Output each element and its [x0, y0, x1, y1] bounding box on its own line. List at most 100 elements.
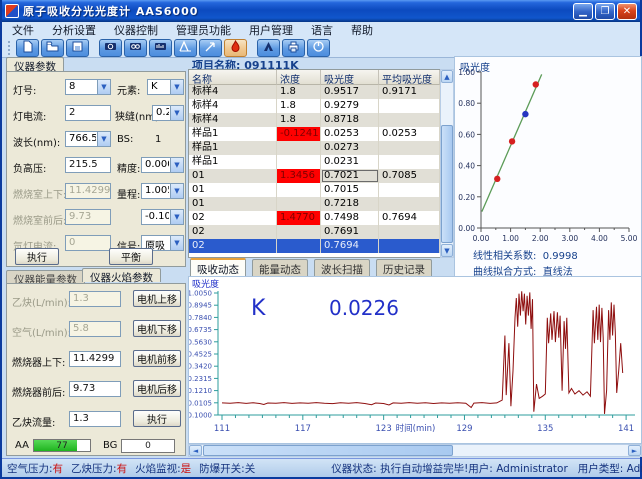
new-file-button[interactable] [16, 39, 39, 57]
cell-conc[interactable]: 1.8 [277, 85, 321, 99]
cell-abs[interactable]: 0.7218 [321, 197, 379, 211]
table-row[interactable]: 标样41.80.8718 [189, 113, 440, 127]
table-row[interactable]: 02 0.7694 [189, 239, 440, 253]
tab-energy-dynamic[interactable]: 能量动态 [252, 259, 308, 276]
element-lamp-button[interactable] [124, 39, 147, 57]
cell-conc[interactable]: 1.8 [277, 99, 321, 113]
minimize-button[interactable]: ▁ [573, 3, 593, 20]
cell-abs[interactable]: 0.9517 [321, 85, 379, 99]
column-header[interactable]: 名称 [189, 70, 277, 85]
power-button[interactable] [307, 39, 330, 57]
energy-button[interactable] [149, 39, 172, 57]
cell-avg[interactable] [379, 99, 440, 113]
cell-name[interactable]: 02 [189, 239, 277, 253]
cell-avg[interactable]: 0.0253 [379, 127, 440, 141]
tab-history[interactable]: 历史记录 [376, 259, 432, 276]
maximize-button[interactable]: ❐ [595, 3, 615, 20]
scroll-down-icon[interactable]: ▼ [441, 244, 453, 257]
tab-absorb-dynamic[interactable]: 吸收动态 [190, 258, 246, 276]
cell-abs[interactable]: 0.0231 [321, 155, 379, 169]
menu-item-instrument-control[interactable]: 仪器控制 [114, 22, 158, 38]
table-row[interactable]: 02 0.7691 [189, 225, 440, 239]
menu-item-analysis-settings[interactable]: 分析设置 [52, 22, 96, 38]
menu-item-admin-functions[interactable]: 管理员功能 [176, 22, 231, 38]
burner-frontback-input[interactable]: 9.73 [69, 381, 121, 397]
cell-avg[interactable]: 0.9171 [379, 85, 440, 99]
tab-flame-params[interactable]: 仪器火焰参数 [82, 268, 161, 282]
precision-select[interactable]: 0.0000▼ [141, 157, 184, 173]
cell-name[interactable]: 01 [189, 169, 277, 183]
cell-abs[interactable]: 0.7691 [321, 225, 379, 239]
chevron-down-icon[interactable]: ▼ [97, 132, 110, 146]
cell-avg[interactable]: 0.7085 [379, 169, 440, 183]
table-row[interactable]: 样品1 0.0231 [189, 155, 440, 169]
cell-avg[interactable] [379, 225, 440, 239]
cell-name[interactable]: 样品1 [189, 127, 277, 141]
scroll-right-icon[interactable]: ► [628, 445, 641, 456]
c2h2-flow-input[interactable]: 1.3 [69, 411, 121, 427]
cell-name[interactable]: 01 [189, 197, 277, 211]
cell-abs[interactable]: 0.7015 [321, 183, 379, 197]
balance-button[interactable]: 平衡 [109, 248, 153, 265]
menu-item-language[interactable]: 语言 [311, 22, 333, 38]
cell-abs[interactable]: 0.0253 [321, 127, 379, 141]
cell-name[interactable]: 02 [189, 225, 277, 239]
cell-abs[interactable]: 0.7021 [321, 169, 379, 183]
burner-updown-input[interactable]: 11.4299 [69, 351, 121, 367]
table-row[interactable]: 标样41.80.9279 [189, 99, 440, 113]
motor-down-button[interactable]: 电机下移 [133, 320, 181, 337]
tab-energy-params[interactable]: 仪器能量参数 [6, 270, 85, 283]
cell-avg[interactable] [379, 113, 440, 127]
cell-conc[interactable] [277, 183, 321, 197]
execute-button[interactable]: 执行 [15, 248, 59, 265]
cell-conc[interactable] [277, 225, 321, 239]
cell-name[interactable]: 样品1 [189, 141, 277, 155]
cell-name[interactable]: 标样4 [189, 99, 277, 113]
save-button[interactable] [66, 39, 89, 57]
cell-conc[interactable]: 1.4770 [277, 211, 321, 225]
tab-wavelength-scan[interactable]: 波长扫描 [314, 259, 370, 276]
cell-avg[interactable]: 0.7694 [379, 211, 440, 225]
scrollbar-thumb[interactable] [441, 125, 453, 243]
lamp-current-input[interactable]: 2 [65, 105, 111, 121]
column-header[interactable]: 吸光度 [321, 70, 379, 85]
cell-abs[interactable]: 0.7694 [321, 239, 379, 253]
table-row[interactable]: 样品1 0.0273 [189, 141, 440, 155]
flame-execute-button[interactable]: 执行 [133, 410, 181, 427]
cell-conc[interactable] [277, 141, 321, 155]
table-row[interactable]: 01 0.7218 [189, 197, 440, 211]
motor-up-button[interactable]: 电机上移 [133, 290, 181, 307]
burner-position-button[interactable] [199, 39, 222, 57]
cell-conc[interactable]: 1.3456 [277, 169, 321, 183]
chevron-down-icon[interactable]: ▼ [170, 158, 183, 172]
element-select[interactable]: K▼ [147, 79, 184, 95]
menu-item-file[interactable]: 文件 [12, 22, 34, 38]
scroll-left-icon[interactable]: ◄ [189, 445, 202, 456]
table-row[interactable]: 021.47700.74980.7694 [189, 211, 440, 225]
cell-avg[interactable] [379, 183, 440, 197]
menu-item-help[interactable]: 帮助 [351, 22, 373, 38]
chevron-down-icon[interactable]: ▼ [97, 80, 110, 94]
chevron-down-icon[interactable]: ▼ [170, 184, 183, 198]
cell-name[interactable]: 01 [189, 183, 277, 197]
autosampler-button[interactable] [257, 39, 280, 57]
range-select[interactable]: 1.0050▼ [141, 183, 184, 199]
close-button[interactable]: ✕ [617, 3, 637, 20]
cell-conc[interactable]: 1.8 [277, 113, 321, 127]
slit-select[interactable]: 0.2▼ [152, 105, 184, 121]
cell-name[interactable]: 标样4 [189, 85, 277, 99]
table-row[interactable]: 01 0.7015 [189, 183, 440, 197]
cell-abs[interactable]: 0.0273 [321, 141, 379, 155]
menu-item-user-management[interactable]: 用户管理 [249, 22, 293, 38]
column-header[interactable]: 平均吸光度 [379, 70, 440, 85]
motor-back-button[interactable]: 电机后移 [133, 380, 181, 397]
print-button[interactable] [282, 39, 305, 57]
table-row[interactable]: 样品1-0.12410.02530.0253 [189, 127, 440, 141]
cell-avg[interactable] [379, 141, 440, 155]
column-header[interactable]: 浓度 [277, 70, 321, 85]
cell-name[interactable]: 02 [189, 211, 277, 225]
lamp-no-select[interactable]: 8▼ [65, 79, 111, 95]
chevron-down-icon[interactable]: ▼ [170, 236, 183, 250]
open-file-button[interactable] [41, 39, 64, 57]
cell-name[interactable]: 样品1 [189, 155, 277, 169]
